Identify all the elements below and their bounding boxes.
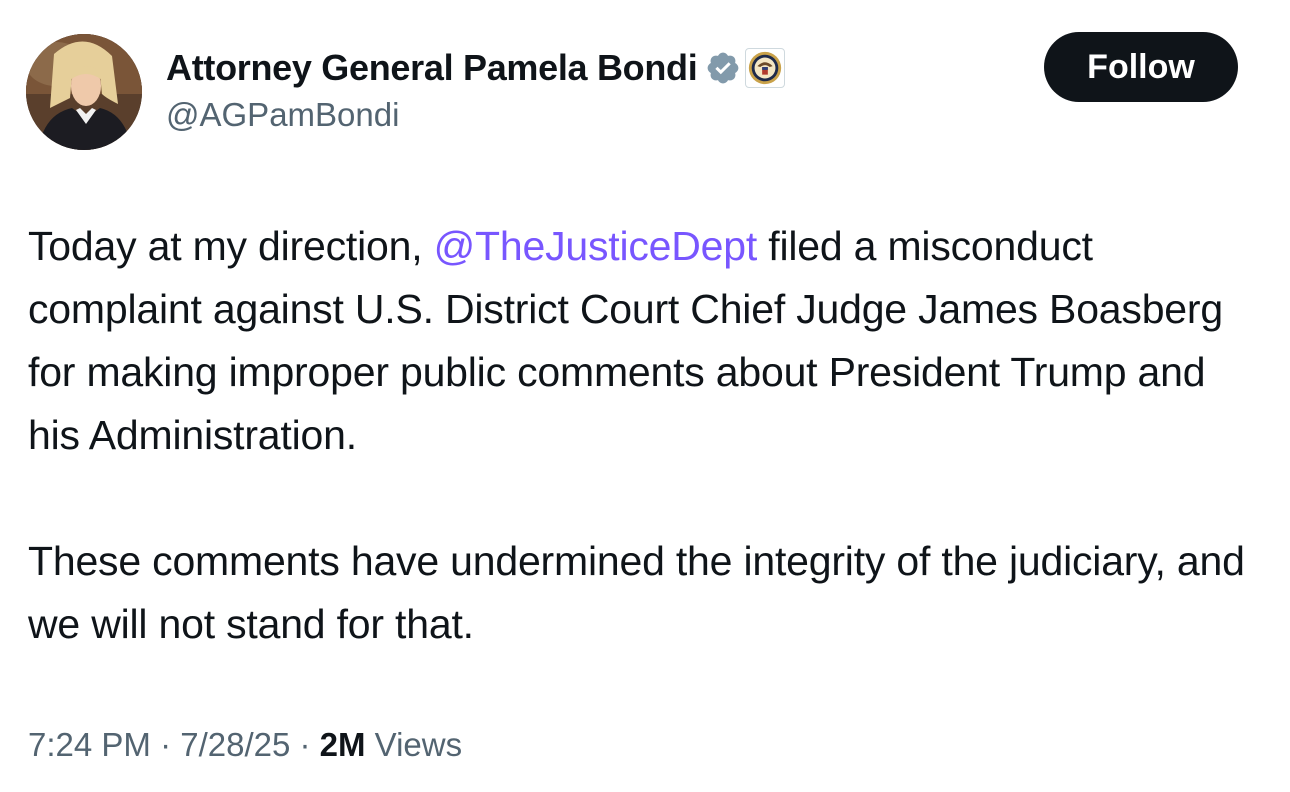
avatar[interactable] xyxy=(26,34,142,150)
tweet-text-segment: Today at my direction, xyxy=(28,223,434,269)
verified-badge-icon[interactable] xyxy=(705,50,741,86)
author-name-row: Attorney General Pamela Bondi xyxy=(166,44,786,92)
tweet-paragraph-2: These comments have undermined the integ… xyxy=(28,538,1245,647)
display-name[interactable]: Attorney General Pamela Bondi xyxy=(166,47,698,89)
meta-separator: · xyxy=(150,726,181,763)
tweet-time[interactable]: 7:24 PM xyxy=(28,726,151,763)
views-label: Views xyxy=(365,726,463,763)
meta-separator: · xyxy=(290,726,320,763)
mention-link[interactable]: @TheJusticeDept xyxy=(434,223,758,269)
tweet-text: Today at my direction, @TheJusticeDept f… xyxy=(28,215,1258,656)
tweet-date[interactable]: 7/28/25 xyxy=(180,726,290,763)
tweet-meta: 7:24 PM · 7/28/25 · 2M Views xyxy=(28,726,462,764)
avatar-photo xyxy=(26,34,142,150)
author-handle[interactable]: @AGPamBondi xyxy=(166,96,399,134)
tweet-paragraph-1: Today at my direction, @TheJusticeDept f… xyxy=(28,215,1258,467)
views-count: 2M xyxy=(319,726,366,763)
tweet: Attorney General Pamela Bondi @AGPamBond… xyxy=(0,0,1290,792)
department-of-justice-seal-icon[interactable] xyxy=(745,48,786,88)
follow-button[interactable]: Follow xyxy=(1044,32,1238,102)
